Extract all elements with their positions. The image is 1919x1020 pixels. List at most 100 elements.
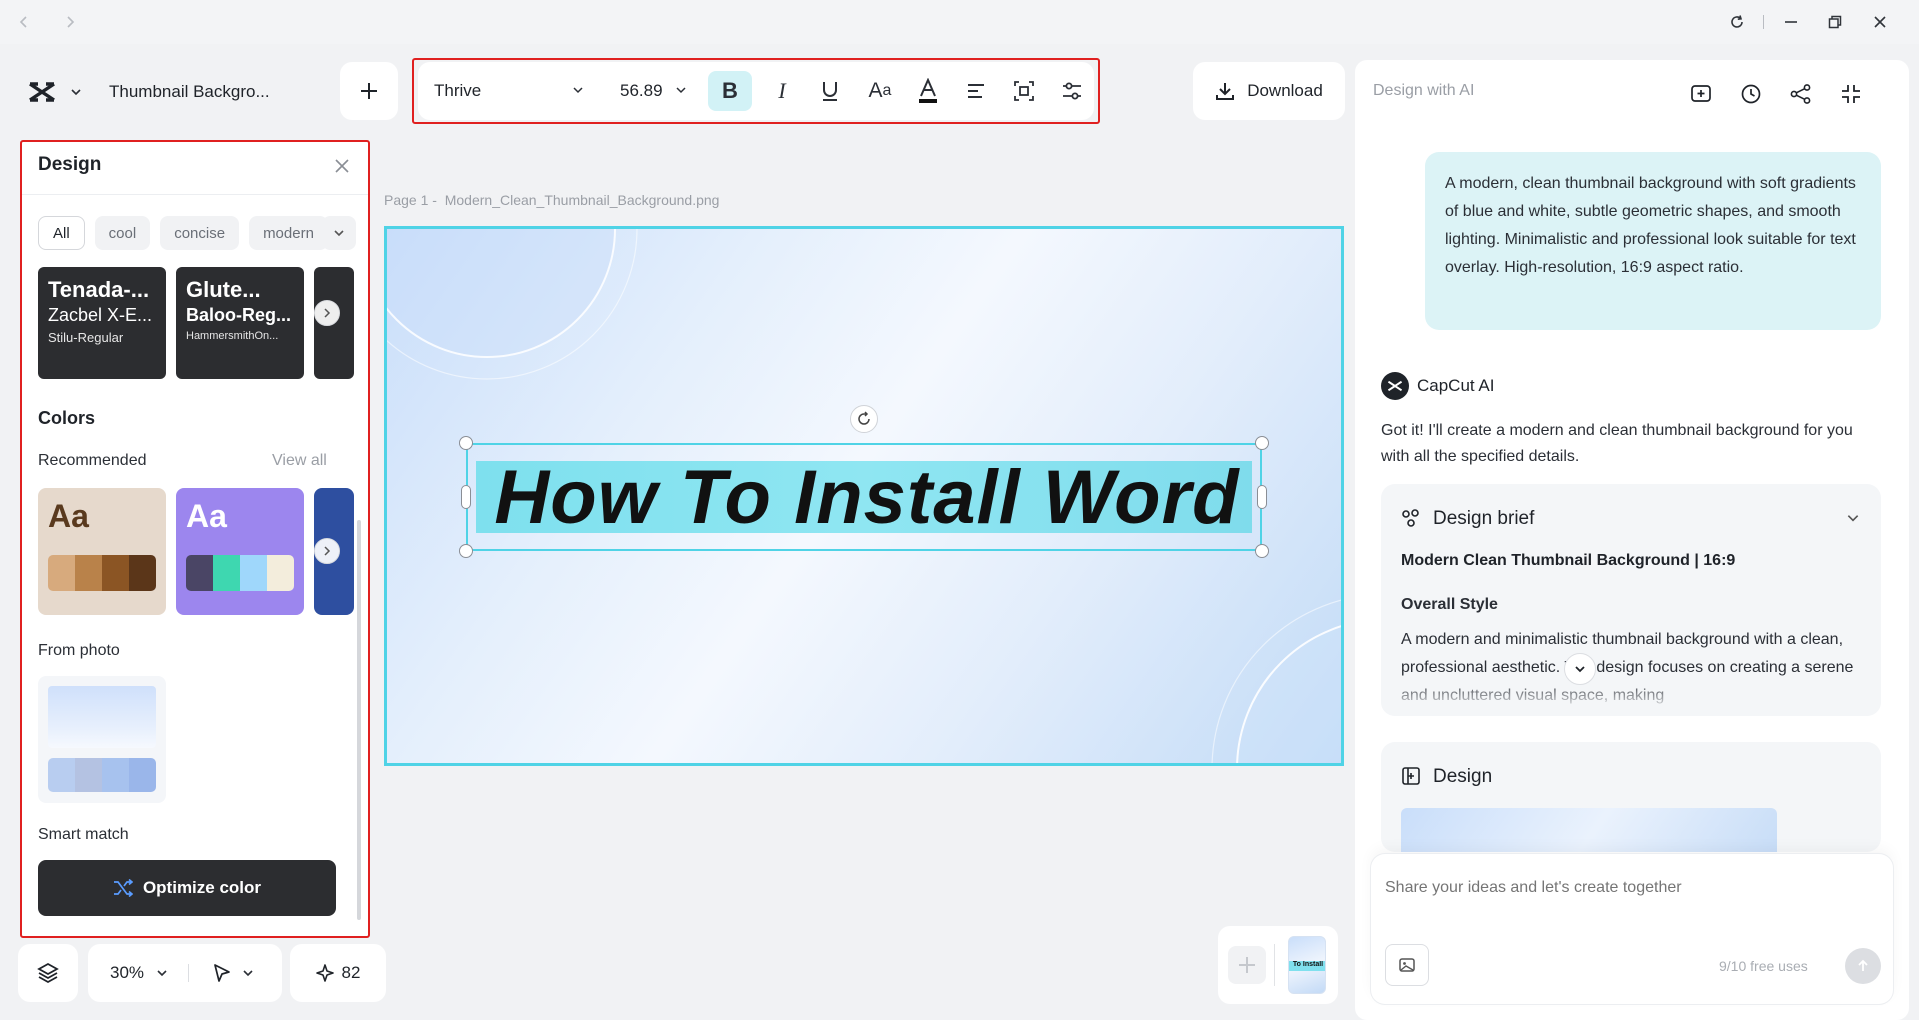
rotate-icon[interactable] xyxy=(850,405,878,433)
resize-handle[interactable] xyxy=(1255,436,1269,450)
palette-swatches xyxy=(186,555,294,591)
italic-icon[interactable]: I xyxy=(762,71,802,111)
file-name[interactable]: Thumbnail Backgro... xyxy=(109,82,270,102)
forward-arrow-icon[interactable] xyxy=(58,10,82,34)
headline-text[interactable]: How To Install Word xyxy=(477,447,1257,547)
font-family-select[interactable]: Thrive xyxy=(434,81,481,101)
color-swatch xyxy=(102,555,129,591)
shuffle-icon xyxy=(113,879,133,897)
back-arrow-icon[interactable] xyxy=(12,10,36,34)
font-card[interactable]: Glute... Baloo-Reg... HammersmithOn... xyxy=(176,267,304,379)
chip-all[interactable]: All xyxy=(38,216,85,250)
color-swatch xyxy=(186,555,213,591)
page-thumbnail[interactable]: To Install xyxy=(1288,936,1326,994)
chevron-down-icon[interactable] xyxy=(66,82,86,102)
pointer-tool-icon[interactable] xyxy=(210,961,234,985)
chat-input[interactable] xyxy=(1385,874,1875,902)
optimize-color-button[interactable]: Optimize color xyxy=(38,860,336,916)
canvas-file-name: Modern_Clean_Thumbnail_Background.png xyxy=(444,192,720,208)
pages-strip: To Install xyxy=(1218,926,1338,1004)
zoom-chevron-down-icon[interactable] xyxy=(152,963,172,983)
design-preview[interactable] xyxy=(1401,808,1777,852)
capcut-logo-icon[interactable] xyxy=(24,78,60,106)
photo-palette-card[interactable] xyxy=(38,676,166,803)
recommended-label: Recommended xyxy=(38,452,147,469)
design-frame-icon xyxy=(1401,766,1421,786)
scroll-down-chevron-icon[interactable] xyxy=(1564,653,1596,685)
color-swatch xyxy=(129,555,156,591)
zoom-level[interactable]: 30% xyxy=(110,963,144,983)
color-swatch xyxy=(102,758,129,792)
refresh-icon[interactable] xyxy=(1723,8,1751,36)
history-icon[interactable] xyxy=(1735,78,1767,110)
font-size-select[interactable]: 56.89 xyxy=(620,81,663,101)
palette-card[interactable]: Aa xyxy=(176,488,304,615)
design-brief-card: Design brief Modern Clean Thumbnail Back… xyxy=(1381,484,1881,716)
user-prompt-bubble: A modern, clean thumbnail background wit… xyxy=(1425,152,1881,330)
file-header: Thumbnail Backgro... xyxy=(20,62,296,122)
send-arrow-icon[interactable] xyxy=(1845,948,1881,984)
resize-handle[interactable] xyxy=(459,544,473,558)
font-chevron-down-icon[interactable] xyxy=(568,80,588,100)
color-swatch xyxy=(75,758,102,792)
chip-cool[interactable]: cool xyxy=(94,216,151,250)
palette-card[interactable]: Aa xyxy=(38,488,166,615)
chevron-right-icon[interactable] xyxy=(314,300,340,326)
resize-handle[interactable] xyxy=(459,436,473,450)
font-card[interactable]: Tenada-... Zacbel X-E... Stilu-Regular xyxy=(38,267,166,379)
zoom-controls: 30% xyxy=(88,944,282,1002)
size-chevron-down-icon[interactable] xyxy=(672,80,690,100)
image-upload-icon[interactable] xyxy=(1385,944,1429,986)
text-case-icon[interactable]: Aa xyxy=(858,71,902,111)
capcut-ai-avatar-icon xyxy=(1381,372,1409,400)
adjust-sliders-icon[interactable] xyxy=(1052,71,1092,111)
share-icon[interactable] xyxy=(1785,78,1817,110)
divider xyxy=(1763,15,1764,29)
add-page-icon[interactable] xyxy=(1228,946,1266,984)
panel-scrollbar[interactable] xyxy=(357,520,361,920)
view-all-link[interactable]: View all xyxy=(272,452,327,470)
resize-handle[interactable] xyxy=(1255,544,1269,558)
bold-icon[interactable]: B xyxy=(708,71,752,111)
ai-response: Got it! I'll create a modern and clean t… xyxy=(1381,422,1853,465)
photo-preview xyxy=(48,686,156,748)
new-chat-icon[interactable] xyxy=(1685,78,1717,110)
color-swatch xyxy=(48,555,75,591)
chip-modern[interactable]: modern xyxy=(249,216,328,250)
palette-sample-text: Aa xyxy=(186,498,227,534)
color-swatch xyxy=(267,555,294,591)
design-panel-title: Design xyxy=(38,154,102,175)
download-button[interactable]: Download xyxy=(1193,62,1345,120)
minimize-icon[interactable] xyxy=(1777,8,1805,36)
font-card-line1: Tenada-... xyxy=(48,277,150,302)
align-left-icon[interactable] xyxy=(956,71,996,111)
restore-icon[interactable] xyxy=(1821,8,1849,36)
text-color-icon[interactable] xyxy=(908,71,948,111)
pointer-chevron-down-icon[interactable] xyxy=(238,963,258,983)
side-handle[interactable] xyxy=(461,485,471,509)
chips-expand-chevron-icon[interactable] xyxy=(322,216,356,250)
chip-concise[interactable]: concise xyxy=(160,216,240,250)
design-title: Design xyxy=(1433,766,1493,787)
font-card-line3: Stilu-Regular xyxy=(48,330,124,345)
collapse-icon[interactable] xyxy=(1835,78,1867,110)
colors-title: Colors xyxy=(38,408,96,428)
layers-icon[interactable] xyxy=(18,944,78,1002)
text-toolbar: Thrive 56.89 B I Aa xyxy=(418,62,1094,120)
close-icon[interactable] xyxy=(330,154,354,178)
design-canvas[interactable]: How To Install Word xyxy=(384,226,1344,766)
download-icon xyxy=(1215,81,1235,101)
chevron-right-icon[interactable] xyxy=(314,538,340,564)
font-card-line2: Zacbel X-E... xyxy=(48,305,153,325)
side-handle[interactable] xyxy=(1257,485,1267,509)
brief-chevron-down-icon[interactable] xyxy=(1841,506,1865,530)
fade-overlay xyxy=(1381,680,1881,716)
underline-icon[interactable] xyxy=(810,71,850,111)
divider xyxy=(20,194,370,195)
font-card-line1: Glute... xyxy=(186,277,261,302)
close-window-icon[interactable] xyxy=(1866,8,1894,36)
credits-button[interactable]: 82 xyxy=(290,944,386,1002)
color-swatch xyxy=(75,555,102,591)
add-button[interactable] xyxy=(340,62,398,120)
text-box-icon[interactable] xyxy=(1004,71,1044,111)
